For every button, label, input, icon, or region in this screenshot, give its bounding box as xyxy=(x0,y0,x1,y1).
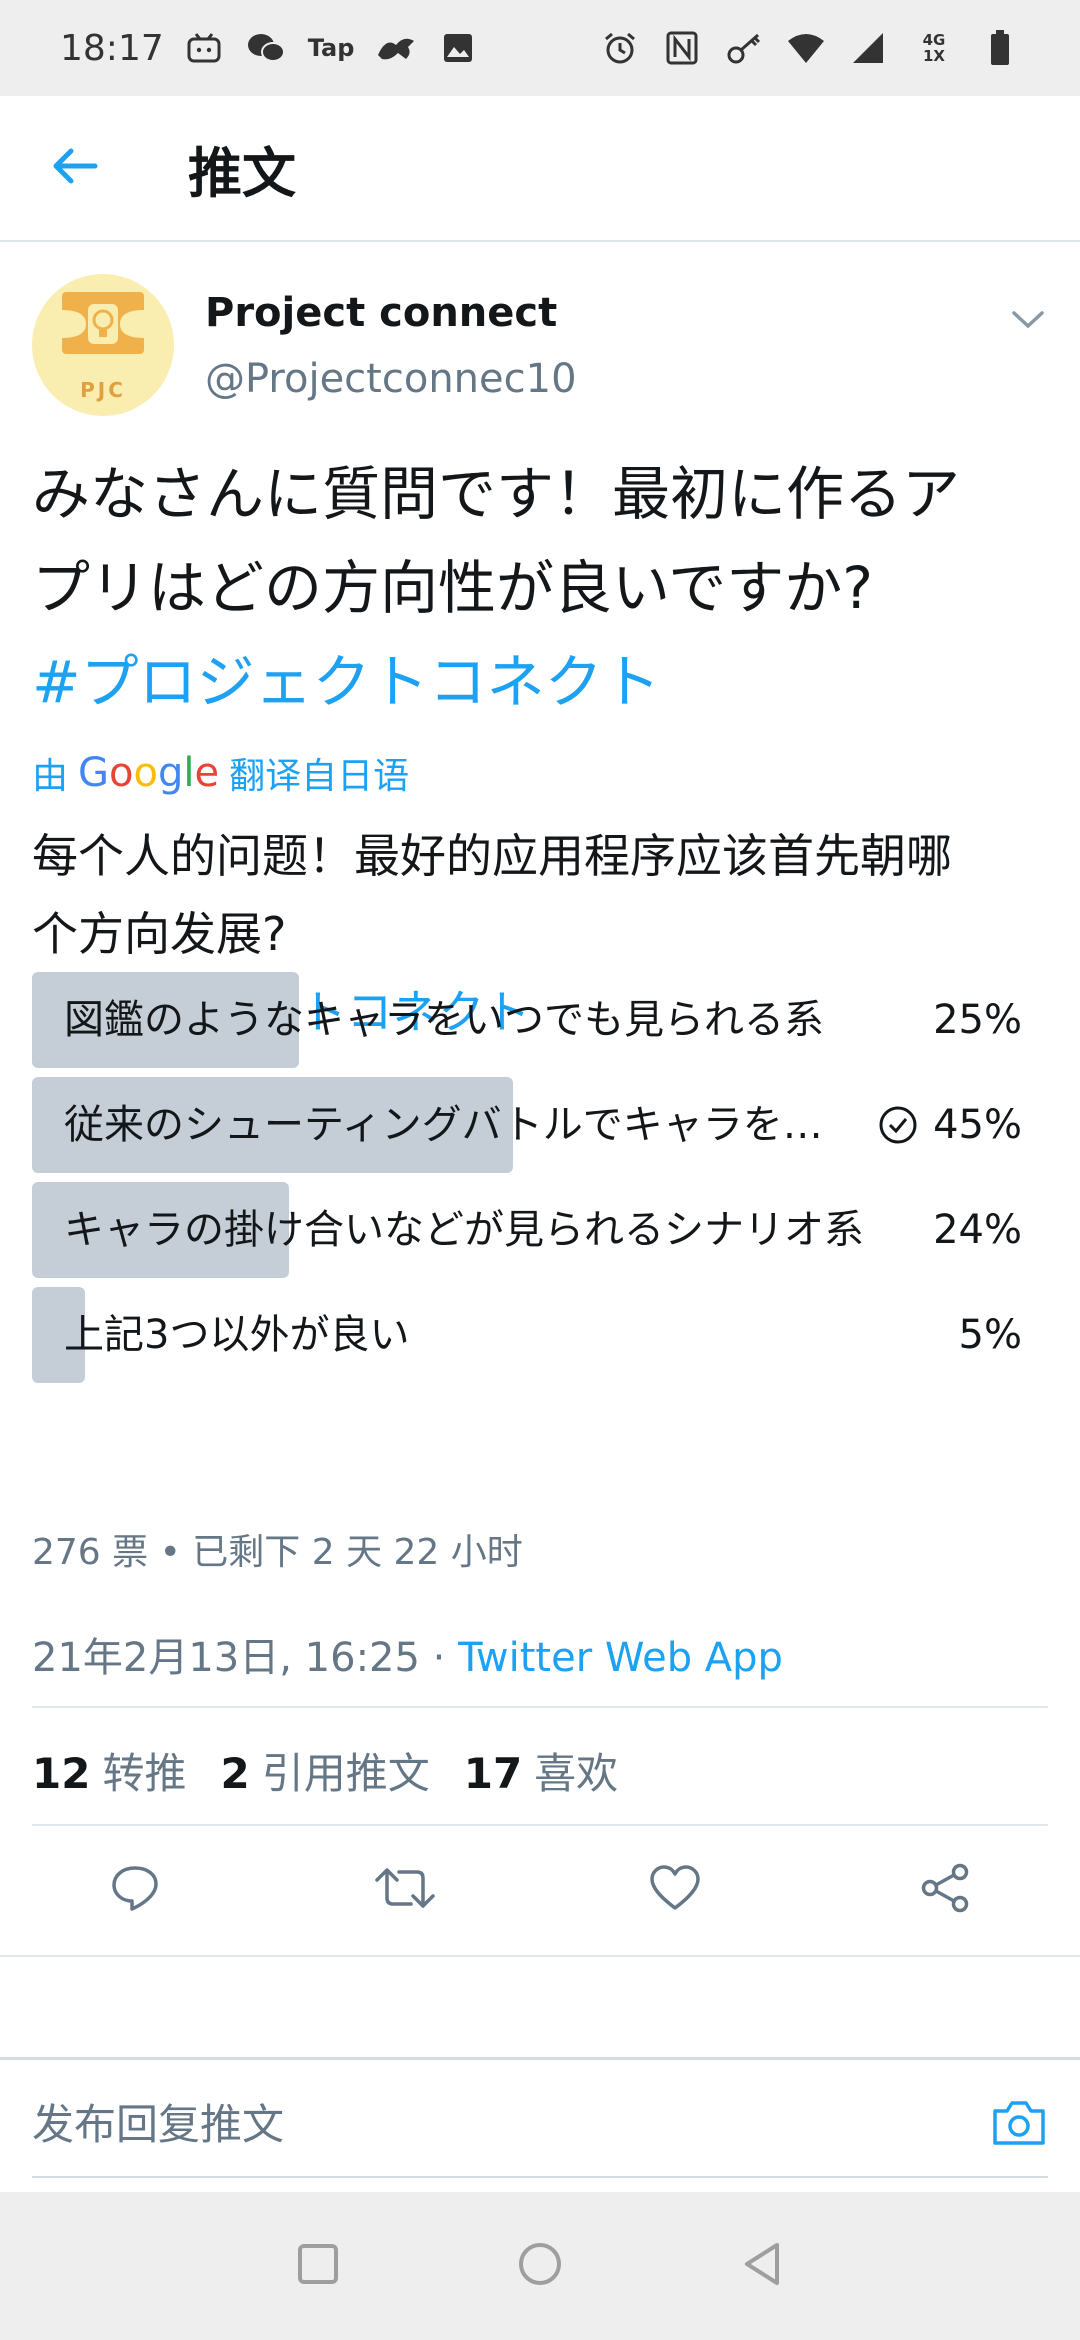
back-nav-button[interactable] xyxy=(722,2226,802,2306)
back-button[interactable] xyxy=(0,95,150,241)
google-logo: Google xyxy=(78,750,220,796)
alarm-icon xyxy=(600,28,640,68)
arrow-left-icon xyxy=(51,146,99,190)
dragon-app-icon xyxy=(376,28,416,68)
translate-prefix: 由 xyxy=(32,756,69,797)
section-gap xyxy=(0,1955,1080,2060)
check-circle-icon xyxy=(876,1103,920,1147)
poll: 図鑑のようなキャラをいつでも見られる系 25% 従来のシューティングバトルでキャ… xyxy=(32,972,1022,1392)
translate-suffix: 翻译自日语 xyxy=(229,756,410,797)
poll-meta: 276 票 • 已剩下 2 天 22 小时 xyxy=(32,1532,523,1573)
home-button[interactable] xyxy=(500,2226,580,2306)
divider xyxy=(32,1824,1048,1826)
source-app-link[interactable]: Twitter Web App xyxy=(458,1635,783,1681)
poll-option-percent: 24% xyxy=(933,1207,1022,1253)
translation-attribution[interactable]: 由 Google 翻译自日语 xyxy=(32,747,409,799)
network-4g-icon: 4G 1X xyxy=(910,28,958,68)
tweet-menu-button[interactable] xyxy=(998,292,1058,352)
hashtag-link[interactable]: #プロジェクトコネクト xyxy=(32,635,1052,729)
reply-button[interactable] xyxy=(90,1845,180,1935)
translated-line-2: 个方向发展? xyxy=(32,907,287,961)
tweet-text: みなさんに質問です！最初に作るア プリはどの方向性が良いですか? #プロジェクト… xyxy=(32,447,1052,729)
timestamp-date: 21年2月13日, 16:25 · xyxy=(32,1635,459,1681)
network-type-bottom: 1X xyxy=(922,47,945,65)
like-button[interactable] xyxy=(630,1845,720,1935)
network-type-top: 4G xyxy=(922,31,946,49)
tweet-text-line-2: プリはどの方向性が良いですか? xyxy=(32,554,874,622)
retweet-button[interactable] xyxy=(360,1845,450,1935)
system-nav-bar xyxy=(0,2192,1080,2340)
tweet-text-line-1: みなさんに質問です！最初に作るア xyxy=(32,460,961,528)
app-header: 推文 xyxy=(0,96,1080,242)
back-triangle-icon xyxy=(741,2241,783,2291)
retweets-stat[interactable]: 12 转推 xyxy=(32,1740,186,1801)
retweet-icon xyxy=(375,1864,435,1916)
wifi-icon xyxy=(786,28,826,68)
divider xyxy=(32,1706,1048,1708)
quotes-stat[interactable]: 2 引用推文 xyxy=(220,1740,429,1801)
battery-icon xyxy=(980,28,1020,68)
nfc-icon xyxy=(662,28,702,68)
status-bar: 18:17 Tap 4G 1X xyxy=(0,0,1080,96)
poll-option: 上記3つ以外が良い 5% xyxy=(32,1287,1022,1383)
reply-input[interactable]: 发布回复推文 xyxy=(32,2060,952,2190)
poll-option-percent: 25% xyxy=(933,997,1022,1043)
poll-option: 図鑑のようなキャラをいつでも見られる系 25% xyxy=(32,972,1022,1068)
reply-composer-bar: 发布回复推文 xyxy=(0,2060,1080,2190)
page-title: 推文 xyxy=(188,141,296,205)
author-handle[interactable]: @Projectconnec10 xyxy=(205,356,577,402)
poll-option-percent: 5% xyxy=(958,1312,1022,1358)
status-time: 18:17 xyxy=(60,27,164,69)
home-circle-icon xyxy=(517,2241,563,2291)
key-icon xyxy=(724,28,764,68)
avatar-logo-text: PJC xyxy=(80,378,126,402)
chevron-down-icon xyxy=(1011,310,1045,334)
poll-option-percent: 45% xyxy=(933,1102,1022,1148)
gallery-icon xyxy=(438,28,478,68)
recents-square-icon xyxy=(297,2243,339,2289)
poll-option-label: 図鑑のようなキャラをいつでも見られる系 xyxy=(64,997,824,1043)
author-name[interactable]: Project connect xyxy=(205,290,557,336)
wechat-icon xyxy=(246,28,286,68)
share-button[interactable] xyxy=(900,1845,990,1935)
poll-option-label: キャラの掛け合いなどが見られるシナリオ系 xyxy=(64,1207,864,1253)
reply-underline xyxy=(32,2176,1048,2178)
poll-option-label: 上記3つ以外が良い xyxy=(64,1312,410,1358)
tweet-stats: 12 转推 2 引用推文 17 喜欢 xyxy=(32,1740,618,1801)
taptap-icon: Tap xyxy=(307,34,355,62)
translated-line-1: 每个人的问题！最好的应用程序应该首先朝哪 xyxy=(32,829,952,883)
tweet-detail: PJC Project connect @Projectconnec10 みなさ… xyxy=(0,242,1080,1383)
bilibili-icon xyxy=(184,28,224,68)
poll-option: キャラの掛け合いなどが見られるシナリオ系 24% xyxy=(32,1182,1022,1278)
signal-icon xyxy=(848,28,888,68)
camera-icon xyxy=(991,2099,1047,2151)
likes-stat[interactable]: 17 喜欢 xyxy=(464,1740,618,1801)
avatar[interactable]: PJC xyxy=(32,274,174,416)
tweet-timestamp: 21年2月13日, 16:25 · Twitter Web App xyxy=(32,1625,783,1683)
share-icon xyxy=(919,1863,971,1917)
poll-option-label: 従来のシューティングバトルでキャラを… xyxy=(64,1102,823,1148)
recents-button[interactable] xyxy=(278,2226,358,2306)
reply-icon xyxy=(110,1864,160,1916)
poll-option-selected: 従来のシューティングバトルでキャラを… 45% xyxy=(32,1077,1022,1173)
camera-button[interactable] xyxy=(984,2095,1054,2155)
tweet-author-row: PJC Project connect @Projectconnec10 xyxy=(0,242,1080,442)
heart-icon xyxy=(649,1865,701,1915)
